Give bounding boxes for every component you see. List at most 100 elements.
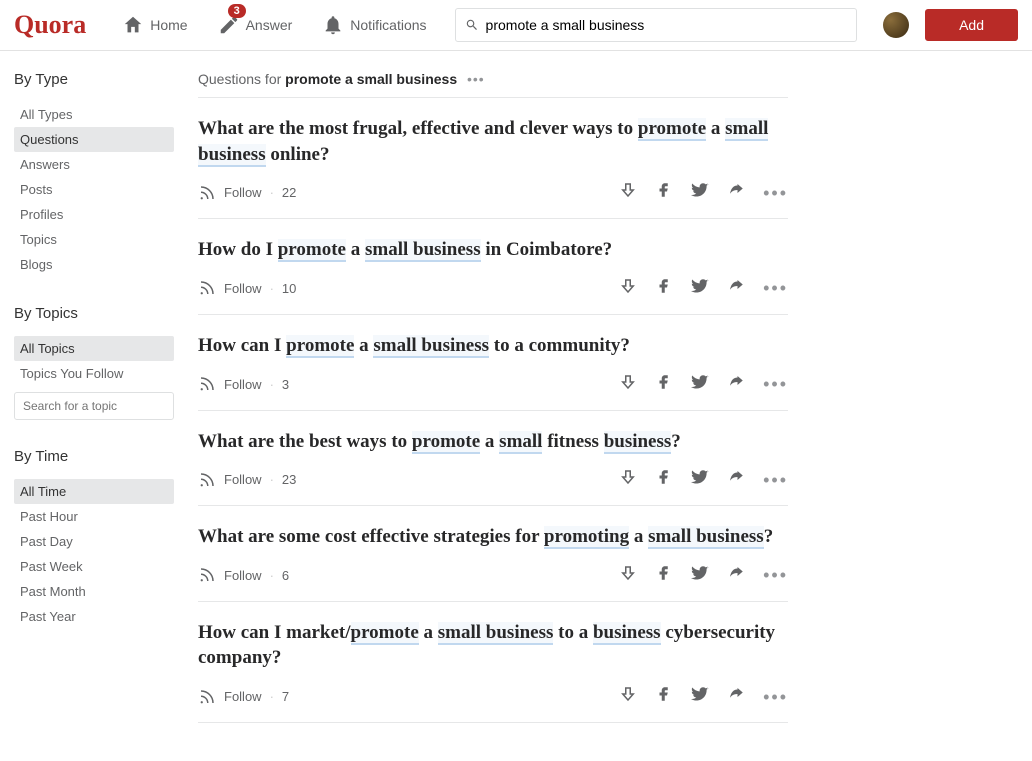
header: Quora Home Answer 3 Notifications Add (0, 0, 1032, 51)
sidebar-item[interactable]: Past Day (14, 529, 174, 554)
follow-button[interactable]: Follow·22 (198, 184, 296, 202)
more-icon[interactable]: ••• (763, 375, 788, 393)
sidebar-item[interactable]: Profiles (14, 202, 174, 227)
rss-icon (198, 688, 216, 706)
question: What are the most frugal, effective and … (198, 116, 788, 219)
question-actions: Follow·10 ••• (198, 277, 788, 300)
question-title[interactable]: What are the best ways to promote a smal… (198, 429, 788, 455)
facebook-share[interactable] (655, 468, 673, 491)
share-button[interactable] (727, 685, 745, 708)
question-title[interactable]: What are the most frugal, effective and … (198, 116, 788, 167)
question: How can I promote a small business to a … (198, 333, 788, 411)
follow-label: Follow (224, 185, 262, 200)
avatar[interactable] (883, 12, 909, 38)
question-title[interactable]: How can I promote a small business to a … (198, 333, 788, 359)
share-button[interactable] (727, 181, 745, 204)
question-actions: Follow·23 ••• (198, 468, 788, 491)
by-topics-title: By Topics (14, 305, 174, 322)
facebook-share[interactable] (655, 564, 673, 587)
facebook-share[interactable] (655, 373, 673, 396)
downvote-button[interactable] (619, 468, 637, 491)
question-title[interactable]: How can I market/promote a small busines… (198, 620, 788, 671)
more-icon[interactable]: ••• (763, 279, 788, 297)
follow-button[interactable]: Follow·6 (198, 566, 289, 584)
follow-count: 22 (282, 185, 296, 200)
home-icon (122, 14, 144, 36)
sidebar-item[interactable]: Past Hour (14, 504, 174, 529)
question-actions: Follow·7 ••• (198, 685, 788, 708)
sidebar-item[interactable]: Topics (14, 227, 174, 252)
rss-icon (198, 566, 216, 584)
twitter-share[interactable] (691, 181, 709, 204)
share-button[interactable] (727, 564, 745, 587)
follow-button[interactable]: Follow·7 (198, 688, 289, 706)
topic-search-input[interactable] (14, 392, 174, 420)
rss-icon (198, 279, 216, 297)
filter-by-topics: By Topics All TopicsTopics You Follow (14, 305, 174, 420)
more-icon[interactable]: ••• (763, 688, 788, 706)
question: What are the best ways to promote a smal… (198, 429, 788, 507)
sidebar-item[interactable]: Answers (14, 152, 174, 177)
share-group: ••• (619, 468, 788, 491)
question-title[interactable]: How do I promote a small business in Coi… (198, 237, 788, 263)
share-button[interactable] (727, 277, 745, 300)
results-prefix: Questions for (198, 71, 285, 87)
bell-icon (322, 14, 344, 36)
more-icon[interactable]: ••• (763, 566, 788, 584)
share-button[interactable] (727, 373, 745, 396)
downvote-button[interactable] (619, 181, 637, 204)
question: What are some cost effective strategies … (198, 524, 788, 602)
facebook-share[interactable] (655, 685, 673, 708)
rss-icon (198, 184, 216, 202)
twitter-share[interactable] (691, 277, 709, 300)
sidebar-item[interactable]: Questions (14, 127, 174, 152)
question-actions: Follow·6 ••• (198, 564, 788, 587)
share-button[interactable] (727, 468, 745, 491)
search-wrap (455, 8, 858, 42)
share-group: ••• (619, 373, 788, 396)
header-more-icon[interactable]: ••• (467, 71, 485, 87)
facebook-share[interactable] (655, 277, 673, 300)
sidebar-item[interactable]: Past Year (14, 604, 174, 629)
logo[interactable]: Quora (14, 10, 86, 40)
nav-home[interactable]: Home (110, 8, 199, 42)
downvote-button[interactable] (619, 564, 637, 587)
sidebar-item[interactable]: Topics You Follow (14, 361, 174, 386)
sidebar-item[interactable]: Past Week (14, 554, 174, 579)
follow-button[interactable]: Follow·10 (198, 279, 296, 297)
downvote-button[interactable] (619, 373, 637, 396)
search-input[interactable] (455, 8, 858, 42)
filter-by-type: By Type All TypesQuestionsAnswersPostsPr… (14, 71, 174, 277)
sidebar: By Type All TypesQuestionsAnswersPostsPr… (14, 71, 174, 741)
nav-notifications[interactable]: Notifications (310, 8, 438, 42)
follow-label: Follow (224, 568, 262, 583)
question: How do I promote a small business in Coi… (198, 237, 788, 315)
by-time-title: By Time (14, 448, 174, 465)
share-group: ••• (619, 181, 788, 204)
sidebar-item[interactable]: Posts (14, 177, 174, 202)
follow-button[interactable]: Follow·3 (198, 375, 289, 393)
sidebar-item[interactable]: Past Month (14, 579, 174, 604)
twitter-share[interactable] (691, 685, 709, 708)
sidebar-item[interactable]: Blogs (14, 252, 174, 277)
downvote-button[interactable] (619, 685, 637, 708)
follow-label: Follow (224, 281, 262, 296)
twitter-share[interactable] (691, 468, 709, 491)
more-icon[interactable]: ••• (763, 184, 788, 202)
main-content: Questions for promote a small business •… (198, 71, 788, 741)
follow-label: Follow (224, 472, 262, 487)
search-icon (465, 18, 479, 32)
twitter-share[interactable] (691, 564, 709, 587)
sidebar-item[interactable]: All Types (14, 102, 174, 127)
follow-button[interactable]: Follow·23 (198, 471, 296, 489)
question: How can I market/promote a small busines… (198, 620, 788, 723)
sidebar-item[interactable]: All Time (14, 479, 174, 504)
facebook-share[interactable] (655, 181, 673, 204)
more-icon[interactable]: ••• (763, 471, 788, 489)
sidebar-item[interactable]: All Topics (14, 336, 174, 361)
nav-answer[interactable]: Answer 3 (206, 8, 305, 42)
twitter-share[interactable] (691, 373, 709, 396)
add-button[interactable]: Add (925, 9, 1018, 41)
downvote-button[interactable] (619, 277, 637, 300)
question-title[interactable]: What are some cost effective strategies … (198, 524, 788, 550)
